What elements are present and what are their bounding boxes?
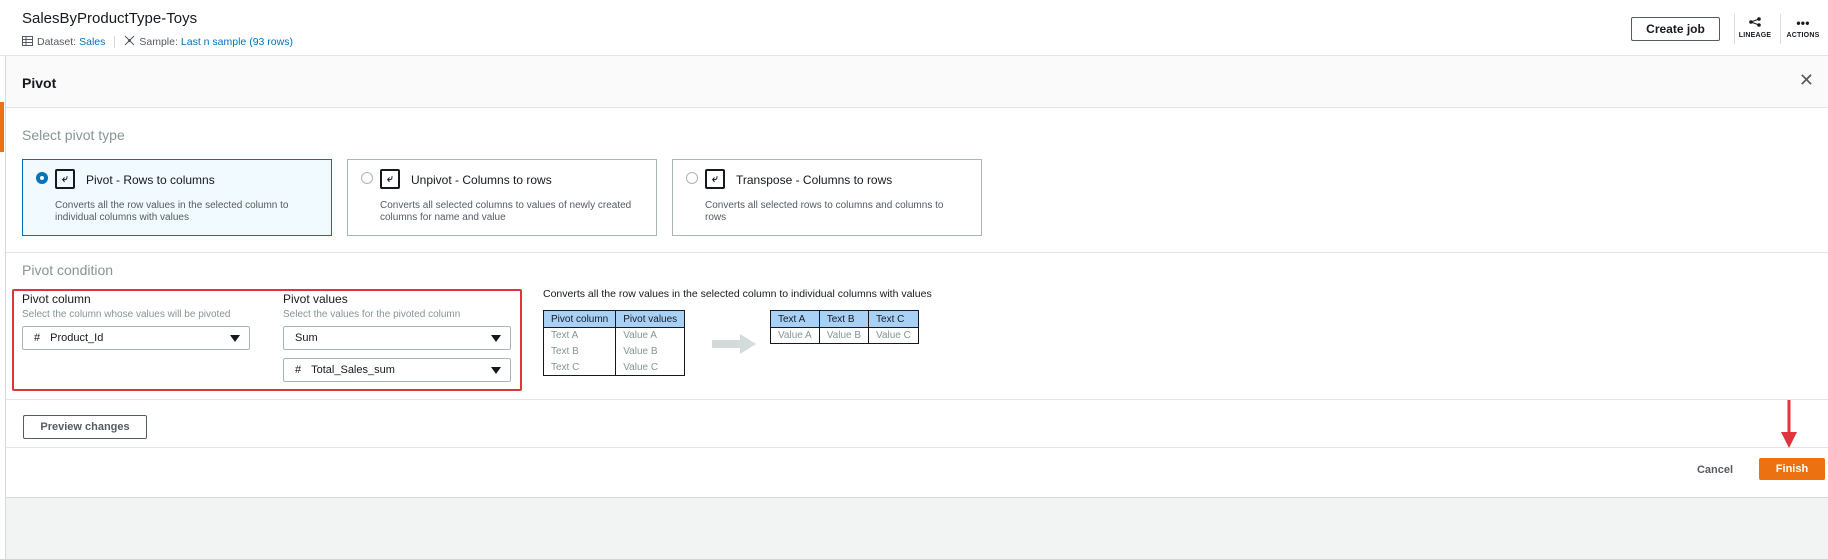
lineage-label: LINEAGE — [1738, 32, 1772, 39]
dataset-link[interactable]: Sales — [79, 36, 105, 48]
table-header: Text B — [818, 310, 870, 328]
pivot-column-label: Pivot column — [22, 292, 91, 306]
pivot-values-column-select[interactable]: # Total_Sales_sum — [283, 358, 511, 382]
card-description: Converts all selected rows to columns an… — [705, 200, 944, 223]
actions-button[interactable]: ••• ACTIONS — [1783, 16, 1823, 39]
table-cell: Value B — [818, 327, 870, 344]
table-cell: Value C — [615, 359, 686, 376]
close-icon[interactable]: ✕ — [1799, 70, 1814, 91]
table-cell: Value C — [868, 327, 919, 344]
lineage-button[interactable]: LINEAGE — [1735, 16, 1775, 39]
example-before-table: Pivot column Pivot values Text A Value A… — [542, 310, 686, 376]
card-description: Converts all selected columns to values … — [380, 200, 632, 223]
card-title: Pivot - Rows to columns — [86, 173, 215, 187]
radio-button[interactable] — [361, 172, 373, 184]
example-after-table: Text A Text B Text C Value A Value B Val… — [770, 310, 919, 344]
finish-button[interactable]: Finish — [1759, 458, 1825, 480]
table-header: Text C — [868, 310, 919, 328]
sample-link[interactable]: Last n sample (93 rows) — [181, 36, 293, 48]
dataset-label: Dataset: — [37, 36, 77, 48]
more-icon: ••• — [1796, 16, 1810, 30]
pivot-values-description: Select the values for the pivoted column — [283, 309, 461, 320]
number-type-icon: # — [295, 364, 302, 376]
app-header: SalesByProductType-Toys Dataset: Sales S… — [0, 0, 1828, 56]
preview-changes-button[interactable]: Preview changes — [23, 415, 147, 439]
pivot-type-card-transpose[interactable]: ⤶ Transpose - Columns to rows Converts a… — [672, 159, 982, 236]
lineage-icon — [1735, 16, 1775, 30]
transpose-icon: ⤶ — [705, 169, 725, 189]
pivot-values-column-value: Total_Sales_sum — [311, 364, 395, 376]
select-pivot-type-heading: Select pivot type — [22, 127, 125, 143]
unpivot-icon: ⤶ — [380, 169, 400, 189]
pivot-icon: ⤶ — [55, 169, 75, 189]
caret-down-icon — [491, 367, 501, 374]
section-divider — [6, 399, 1828, 400]
table-icon — [22, 35, 33, 49]
recipe-title: SalesByProductType-Toys — [22, 10, 198, 27]
panel-title: Pivot — [22, 75, 57, 91]
caret-down-icon — [491, 335, 501, 342]
pivot-type-card-unpivot[interactable]: ⤶ Unpivot - Columns to rows Converts all… — [347, 159, 657, 236]
table-header: Pivot values — [615, 310, 686, 328]
number-type-icon: # — [34, 332, 41, 344]
table-cell: Value A — [770, 327, 820, 344]
create-job-button[interactable]: Create job — [1631, 17, 1720, 41]
sample-icon — [124, 35, 135, 49]
transform-arrow-icon — [712, 334, 756, 354]
caret-down-icon — [230, 335, 240, 342]
card-title: Transpose - Columns to rows — [736, 173, 893, 187]
meta-divider — [114, 36, 116, 48]
panel-header: Pivot ✕ — [6, 56, 1828, 108]
aggregate-value: Sum — [295, 332, 318, 344]
radio-button[interactable] — [36, 172, 48, 184]
table-header: Text A — [770, 310, 820, 328]
cancel-button[interactable]: Cancel — [1690, 460, 1740, 480]
radio-button[interactable] — [686, 172, 698, 184]
table-cell: Value A — [615, 327, 686, 344]
card-title: Unpivot - Columns to rows — [411, 173, 552, 187]
pivot-type-card-rows-to-columns[interactable]: ⤶ Pivot - Rows to columns Converts all t… — [22, 159, 332, 236]
pivot-column-select[interactable]: # Product_Id — [22, 326, 250, 350]
aggregate-select[interactable]: Sum — [283, 326, 511, 350]
table-cell: Text A — [542, 327, 617, 344]
section-divider — [6, 447, 1828, 448]
table-cell: Text C — [542, 359, 617, 376]
table-header: Pivot column — [542, 310, 617, 328]
header-divider — [1780, 14, 1781, 44]
pivot-condition-heading: Pivot condition — [22, 262, 114, 278]
recipe-meta: Dataset: Sales Sample: Last n sample (93… — [22, 35, 293, 49]
left-border — [5, 56, 6, 559]
actions-label: ACTIONS — [1786, 32, 1820, 39]
pivot-column-description: Select the column whose values will be p… — [22, 309, 231, 320]
pivot-values-label: Pivot values — [283, 292, 348, 306]
table-cell: Value B — [615, 343, 686, 360]
pivot-explanation: Converts all the row values in the selec… — [543, 288, 932, 300]
pivot-column-value: Product_Id — [50, 332, 104, 344]
active-step-indicator — [0, 102, 4, 152]
annotation-arrow-icon — [1781, 400, 1797, 448]
section-divider — [6, 252, 1828, 253]
card-description: Converts all the row values in the selec… — [55, 200, 289, 223]
sample-label: Sample: — [139, 36, 178, 48]
table-cell: Text B — [542, 343, 617, 360]
grid-area-background — [6, 497, 1828, 559]
